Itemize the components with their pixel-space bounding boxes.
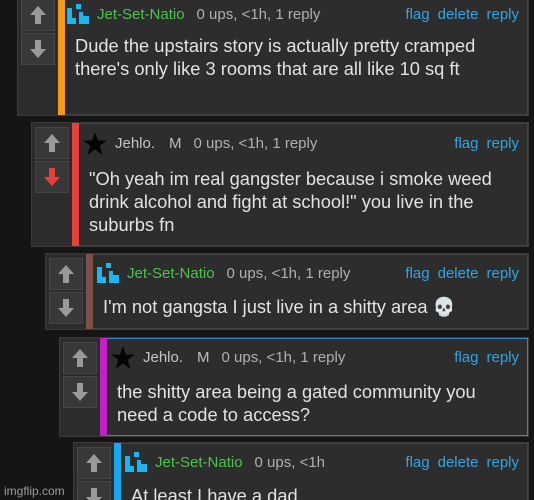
comment-5: Jet-Set-Natio 0 ups, <1h flag delete rep… xyxy=(73,442,529,500)
thread-stripe xyxy=(86,254,93,329)
up-arrow-icon xyxy=(86,454,102,472)
comment-text: "Oh yeah im real gangster because i smok… xyxy=(89,168,492,235)
up-arrow-icon xyxy=(58,265,74,283)
vote-column xyxy=(18,0,58,115)
downvote-button[interactable] xyxy=(63,376,97,408)
comment-text: At least I have a dad xyxy=(131,485,298,500)
down-arrow-icon xyxy=(58,299,74,317)
down-arrow-icon xyxy=(30,40,46,58)
comment-actions: flag delete reply xyxy=(397,265,519,282)
upvote-button[interactable] xyxy=(21,0,55,31)
comment-3: Jet-Set-Natio 0 ups, <1h, 1 reply flag d… xyxy=(45,253,529,330)
upvote-button[interactable] xyxy=(49,258,83,290)
vote-column xyxy=(46,254,86,329)
black-star-icon xyxy=(111,345,135,369)
comment-actions: flag delete reply xyxy=(397,6,519,23)
comment-actions: flag reply xyxy=(446,349,519,366)
upvote-button[interactable] xyxy=(77,447,111,479)
upvote-button[interactable] xyxy=(63,342,97,374)
up-arrow-icon xyxy=(30,6,46,24)
thread-stripe xyxy=(58,0,65,115)
delete-link[interactable]: delete xyxy=(438,454,479,471)
comment-body: Jet-Set-Natio 0 ups, <1h, 1 reply flag d… xyxy=(93,254,528,329)
comment-meta: 0 ups, <1h, 1 reply xyxy=(226,264,351,282)
comment-header: Jet-Set-Natio 0 ups, <1h flag delete rep… xyxy=(125,452,519,472)
flag-link[interactable]: flag xyxy=(454,135,478,152)
vote-column xyxy=(74,443,114,500)
reply-link[interactable]: reply xyxy=(486,6,519,23)
up-arrow-icon xyxy=(72,349,88,367)
mod-badge: M xyxy=(169,134,182,152)
thread-stripe xyxy=(72,123,79,246)
comment-body: Jet-Set-Natio 0 ups, <1h flag delete rep… xyxy=(121,443,528,500)
imgflip-watermark: imgflip.com xyxy=(4,484,65,498)
reply-link[interactable]: reply xyxy=(486,135,519,152)
comment-body: Jet-Set-Natio 0 ups, <1h, 1 reply flag d… xyxy=(65,0,528,115)
delete-link[interactable]: delete xyxy=(438,6,479,23)
comment-header: Jehlo. M 0 ups, <1h, 1 reply flag reply xyxy=(83,131,519,155)
blue-pixel-avatar-icon xyxy=(125,452,147,472)
comment-meta: 0 ups, <1h, 1 reply xyxy=(221,348,346,366)
thread-stripe xyxy=(100,338,107,436)
comment-header: Jet-Set-Natio 0 ups, <1h, 1 reply flag d… xyxy=(67,4,519,24)
username[interactable]: Jet-Set-Natio xyxy=(155,454,243,471)
down-arrow-icon xyxy=(86,488,102,500)
reply-link[interactable]: reply xyxy=(486,349,519,366)
comment-body: Jehlo. M 0 ups, <1h, 1 reply flag reply … xyxy=(107,338,528,436)
flag-link[interactable]: flag xyxy=(405,265,429,282)
blue-pixel-avatar-icon xyxy=(67,4,89,24)
upvote-button[interactable] xyxy=(35,127,69,159)
comment-4: Jehlo. M 0 ups, <1h, 1 reply flag reply … xyxy=(59,337,529,437)
comment-meta: 0 ups, <1h xyxy=(254,453,326,471)
up-arrow-icon xyxy=(44,134,60,152)
username[interactable]: Jet-Set-Natio xyxy=(127,265,215,282)
comment-meta: 0 ups, <1h, 1 reply xyxy=(193,134,318,152)
downvote-button[interactable] xyxy=(21,33,55,65)
comment-header: Jet-Set-Natio 0 ups, <1h, 1 reply flag d… xyxy=(97,263,519,283)
flag-link[interactable]: flag xyxy=(454,349,478,366)
comment-actions: flag delete reply xyxy=(397,454,519,471)
flag-link[interactable]: flag xyxy=(405,6,429,23)
vote-column xyxy=(60,338,100,436)
reply-link[interactable]: reply xyxy=(486,454,519,471)
downvote-button[interactable] xyxy=(77,481,111,500)
delete-link[interactable]: delete xyxy=(438,265,479,282)
comment-text: the shitty area being a gated community … xyxy=(117,381,476,425)
black-star-icon xyxy=(83,131,107,155)
downvote-button-active[interactable] xyxy=(35,161,69,193)
blue-pixel-avatar-icon xyxy=(97,263,119,283)
comment-header: Jehlo. M 0 ups, <1h, 1 reply flag reply xyxy=(111,345,519,369)
comment-body: Jehlo. M 0 ups, <1h, 1 reply flag reply … xyxy=(79,123,528,246)
comment-2: Jehlo. M 0 ups, <1h, 1 reply flag reply … xyxy=(31,122,529,247)
down-arrow-icon xyxy=(72,383,88,401)
comment-meta: 0 ups, <1h, 1 reply xyxy=(196,5,321,23)
thread-stripe xyxy=(114,443,121,500)
comment-actions: flag reply xyxy=(446,135,519,152)
comment-1: Jet-Set-Natio 0 ups, <1h, 1 reply flag d… xyxy=(17,0,529,116)
username[interactable]: Jehlo. xyxy=(115,135,155,152)
reply-link[interactable]: reply xyxy=(486,265,519,282)
username[interactable]: Jehlo. xyxy=(143,349,183,366)
vote-column xyxy=(32,123,72,246)
mod-badge: M xyxy=(197,348,210,366)
comment-text: I'm not gangsta I just live in a shitty … xyxy=(103,296,456,317)
comment-text: Dude the upstairs story is actually pret… xyxy=(75,35,476,79)
flag-link[interactable]: flag xyxy=(405,454,429,471)
username[interactable]: Jet-Set-Natio xyxy=(97,6,185,23)
down-arrow-icon xyxy=(44,168,60,186)
downvote-button[interactable] xyxy=(49,292,83,324)
